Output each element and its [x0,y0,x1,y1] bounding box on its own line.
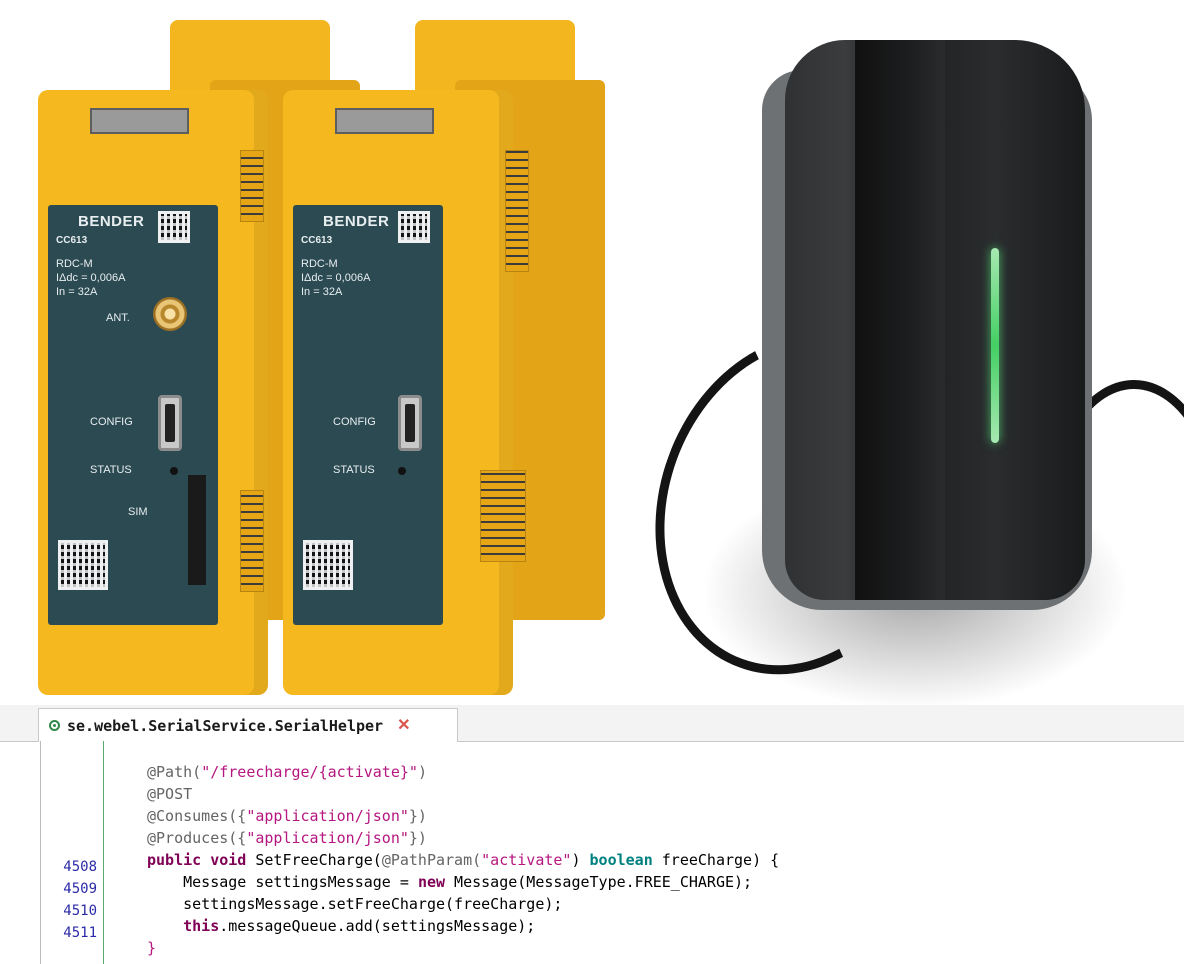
code-line: @Path("/freecharge/{activate}") [147,761,427,783]
qr-code-icon [398,211,430,243]
spec-line: IΔdc = 0,006A [56,272,126,284]
qr-code-icon [158,211,190,243]
terminal-block [240,490,264,592]
code-line: } [147,937,156,959]
line-number: 4508 [63,859,97,875]
annotation: @PathParam( [381,851,482,869]
string-literal: "application/json" [246,807,409,825]
close-icon[interactable]: ✕ [397,717,410,734]
keyword: boolean [589,851,653,869]
annotation: @POST [147,785,193,803]
status-led [170,467,178,475]
annotation: @Path( [147,763,202,781]
product-photo: BENDER CC613 RDC-M IΔdc = 0,006A In = 32… [0,0,1184,705]
editor-tab-bar: se.webel.SerialService.SerialHelper ✕ [0,705,1184,742]
module-faceplate: BENDER CC613 RDC-M IΔdc = 0,006A In = 32… [48,205,218,625]
code-text: ) [571,851,590,869]
keyword: this [183,917,220,935]
code-text: settingsMessage.setFreeCharge(freeCharge… [147,895,563,913]
code-text: SetFreeCharge( [246,851,382,869]
sim-slot [188,475,206,585]
code-area[interactable]: 4508 4509 4510 4511 @Path("/freecharge/{… [40,741,1184,964]
qr-code-icon [303,540,353,590]
spec-line: RDC-M [301,258,338,270]
line-number-gutter: 4508 4509 4510 4511 [41,741,104,964]
string-literal: "application/json" [246,829,409,847]
terminal-block [505,150,529,272]
code-line: this.messageQueue.add(settingsMessage); [147,915,535,937]
code-line: @Consumes({"application/json"}) [147,805,427,827]
code-line: @POST [147,783,192,805]
status-label: STATUS [90,464,132,476]
sim-label: SIM [128,506,148,518]
code-line: public void SetFreeCharge(@PathParam("ac… [147,849,779,871]
string-literal: "/freecharge/{activate}" [201,763,418,781]
antenna-connector-icon [153,297,187,331]
spec-line: IΔdc = 0,006A [301,272,371,284]
charger-front-panel [855,40,945,600]
spec-line: In = 32A [56,286,98,298]
code-line: settingsMessage.setFreeCharge(freeCharge… [147,893,562,915]
brand-label: BENDER [323,213,390,230]
model-label: CC613 [56,235,88,246]
line-number: 4509 [63,881,97,897]
code-text: Message(MessageType.FREE_CHARGE); [445,873,753,891]
closing-brace: } [147,939,157,957]
qr-code-icon [58,540,108,590]
config-label: CONFIG [333,416,376,428]
code-editor: se.webel.SerialService.SerialHelper ✕ 45… [0,705,1184,964]
tab-title: se.webel.SerialService.SerialHelper [67,716,384,735]
class-icon [49,720,60,731]
tab-serial-helper[interactable]: se.webel.SerialService.SerialHelper ✕ [38,708,458,742]
model-label: CC613 [301,235,333,246]
string-literal: "activate" [481,851,572,869]
code-text: .messageQueue.add(settingsMessage); [219,917,536,935]
usb-port [398,395,422,451]
annotation: @Consumes({ [147,807,247,825]
code-line: @Produces({"application/json"}) [147,827,427,849]
line-number: 4510 [63,903,97,919]
keyword: new [417,873,446,891]
terminal-block [480,470,526,562]
bender-module-2: BENDER CC613 RDC-M IΔdc = 0,006A In = 32… [275,20,605,700]
brand-label: BENDER [78,213,145,230]
spec-line: RDC-M [56,258,93,270]
config-label: CONFIG [90,416,133,428]
code-text: freeCharge) { [652,851,780,869]
ethernet-port [335,108,434,134]
status-label: STATUS [333,464,375,476]
usb-port [158,395,182,451]
ethernet-port [90,108,189,134]
charger-status-light [991,248,999,443]
spec-line: In = 32A [301,286,343,298]
annotation: }) [408,829,427,847]
code-text: Message settingsMessage = [147,873,418,891]
status-led [398,467,406,475]
keyword: public void [147,851,247,869]
module-faceplate: BENDER CC613 RDC-M IΔdc = 0,006A In = 32… [293,205,443,625]
annotation: }) [408,807,427,825]
terminal-block [240,150,264,222]
ant-label: ANT. [106,312,130,324]
annotation: ) [417,763,427,781]
annotation: @Produces({ [147,829,247,847]
code-line: Message settingsMessage = new Message(Me… [147,871,752,893]
line-number: 4511 [63,925,97,941]
